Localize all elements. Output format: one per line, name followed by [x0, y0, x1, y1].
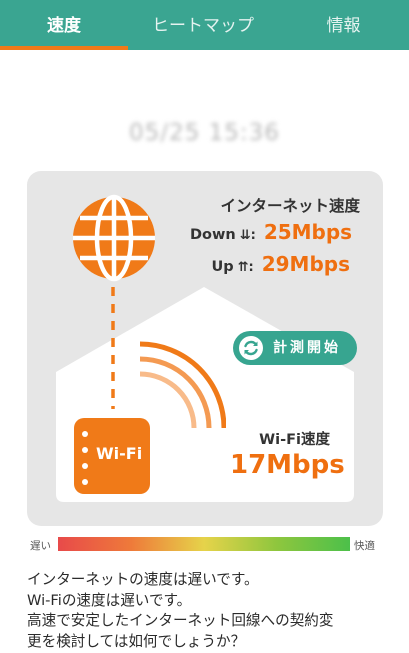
- speed-scale-bar: [58, 537, 350, 551]
- download-row: Down ⇊: 25Mbps: [190, 220, 353, 244]
- download-label: Down: [190, 227, 236, 243]
- upload-label: Up: [211, 259, 234, 275]
- upload-arrow-icon: ⇈:: [237, 260, 254, 275]
- router-led: [82, 431, 88, 437]
- tab-bar: 速度 ヒートマップ 情報: [0, 0, 409, 50]
- router-led: [82, 463, 88, 469]
- router-led: [82, 447, 88, 453]
- globe-icon: [73, 194, 155, 282]
- speed-advice-message: インターネットの速度は遅いです。 Wi-Fiの速度は遅いです。 高速で安定したイ…: [27, 570, 397, 652]
- wifi-speed-title: Wi-Fi速度: [259, 432, 330, 448]
- message-line: 高速で安定したインターネット回線への契約変: [27, 612, 334, 629]
- download-value: 25Mbps: [263, 220, 353, 244]
- active-tab-indicator: [0, 46, 128, 50]
- internet-speed-title: インターネット速度: [220, 197, 360, 215]
- upload-row: Up ⇈: 29Mbps: [190, 252, 350, 276]
- tab-heatmap[interactable]: ヒートマップ: [128, 0, 278, 50]
- download-arrow-icon: ⇊:: [239, 228, 256, 243]
- upload-value: 29Mbps: [261, 252, 350, 276]
- start-measurement-button[interactable]: 計測開始: [233, 331, 357, 365]
- measurement-timestamp: 05/25 15:36: [129, 120, 280, 146]
- scale-slow-label: 遅い: [30, 540, 51, 552]
- start-measurement-label: 計測開始: [273, 340, 341, 356]
- message-line: Wi-Fiの速度は遅いです。: [27, 591, 192, 609]
- connection-line: [111, 287, 115, 409]
- tab-speed[interactable]: 速度: [0, 0, 128, 50]
- wifi-router-icon: Wi-Fi: [74, 418, 150, 494]
- message-line: 更を検討しては如何でしょうか？: [27, 632, 246, 650]
- refresh-icon: [239, 336, 263, 360]
- message-line: インターネットの速度は遅いです。: [27, 571, 259, 588]
- wifi-signal-icon: [139, 341, 226, 428]
- scale-fast-label: 快適: [354, 540, 375, 552]
- router-label: Wi-Fi: [96, 444, 143, 463]
- wifi-speed-value: 17Mbps: [230, 450, 345, 480]
- router-led: [82, 479, 88, 485]
- tab-info[interactable]: 情報: [278, 0, 409, 50]
